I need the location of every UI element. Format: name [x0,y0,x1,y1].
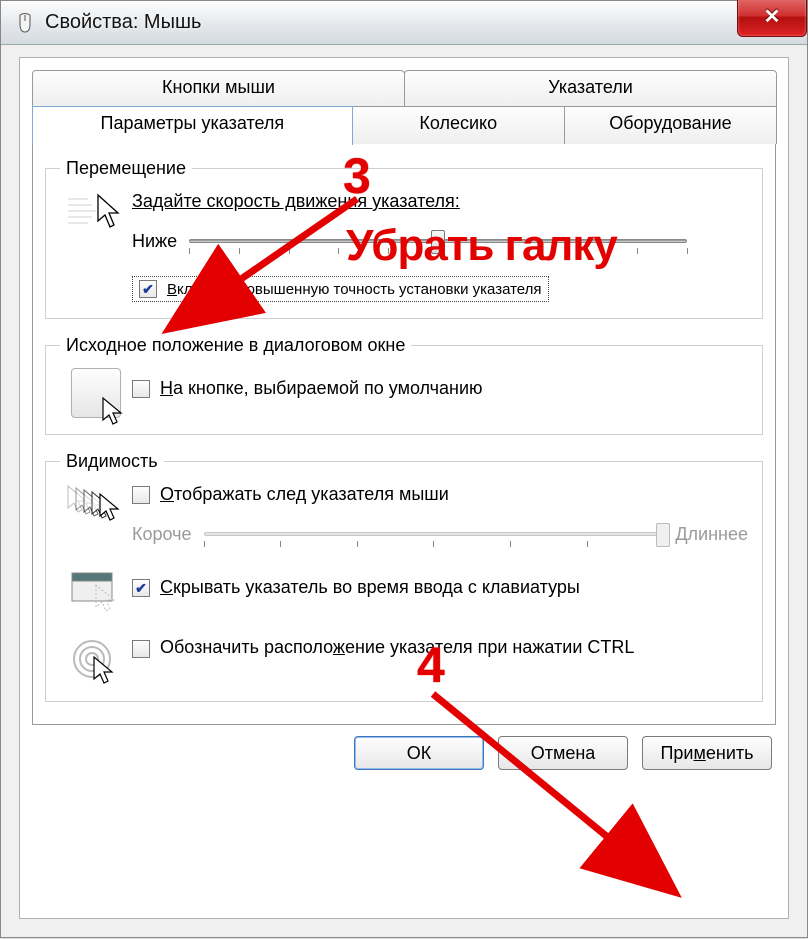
trails-label: Отображать след указателя мыши [160,484,449,505]
motion-icon [60,191,132,231]
ctrl-locate-checkbox[interactable]: ✔ [132,640,150,658]
group-visibility-legend: Видимость [60,451,164,472]
tab-wheel[interactable]: Колесико [352,106,565,144]
trails-min-label: Короче [132,524,192,545]
titlebar: Свойства: Мышь ✕ [1,1,807,45]
enhance-precision-checkbox[interactable]: ✔ [139,280,157,298]
enhance-precision-label: ВВключить повышенную точность установки … [167,281,542,298]
mouse-app-icon [13,11,37,35]
tab-hardware[interactable]: Оборудование [564,106,777,144]
hide-typing-checkbox[interactable]: ✔ [132,579,150,597]
tabs: Кнопки мыши Указатели Параметры указател… [32,70,776,726]
enhance-precision-row: ✔ ВВключить повышенную точность установк… [132,276,549,302]
snap-icon [60,368,132,418]
tab-pointers[interactable]: Указатели [404,70,777,106]
window-title: Свойства: Мышь [45,11,201,34]
group-motion-legend: Перемещение [60,158,192,179]
hide-typing-label: Скрывать указатель во время ввода с клав… [160,577,580,598]
group-snap: Исходное положение в диалоговом окне [45,335,763,435]
tab-pointer-options[interactable]: Параметры указателя [32,106,353,145]
group-visibility: Видимость [45,451,763,702]
ctrl-locate-icon [60,637,132,685]
dialog-buttons: ОК Отмена ПрименитьПрименить [32,726,776,774]
tab-buttons[interactable]: Кнопки мыши [32,70,405,106]
cancel-button[interactable]: Отмена [498,736,628,770]
snap-default-label: На кнопке, выбираемой по умолчанию [160,378,483,399]
client-area: Кнопки мыши Указатели Параметры указател… [19,57,789,919]
speed-min-label: Ниже [132,231,177,252]
trails-max-label: Длиннее [675,524,748,545]
close-icon: ✕ [764,7,781,27]
ok-button[interactable]: ОК [354,736,484,770]
annotation-number-3: 3 [343,147,371,205]
apply-button[interactable]: ПрименитьПрименить [642,736,772,770]
snap-default-checkbox[interactable]: ✔ [132,380,150,398]
speed-label: Задайте скорость движения указателя: [132,191,748,212]
trails-checkbox[interactable]: ✔ [132,486,150,504]
hide-typing-icon [60,571,132,615]
dialog-window: Свойства: Мышь ✕ Кнопки мыши Указатели П… [0,0,808,938]
annotation-number-4: 4 [417,636,445,694]
close-button[interactable]: ✕ [737,0,807,37]
trails-icon [60,484,132,528]
annotation-text: Убрать галку [346,221,617,271]
ctrl-locate-label: Обозначить расположение указателя при на… [160,637,634,658]
trails-slider [204,519,664,549]
group-snap-legend: Исходное положение в диалоговом окне [60,335,411,356]
